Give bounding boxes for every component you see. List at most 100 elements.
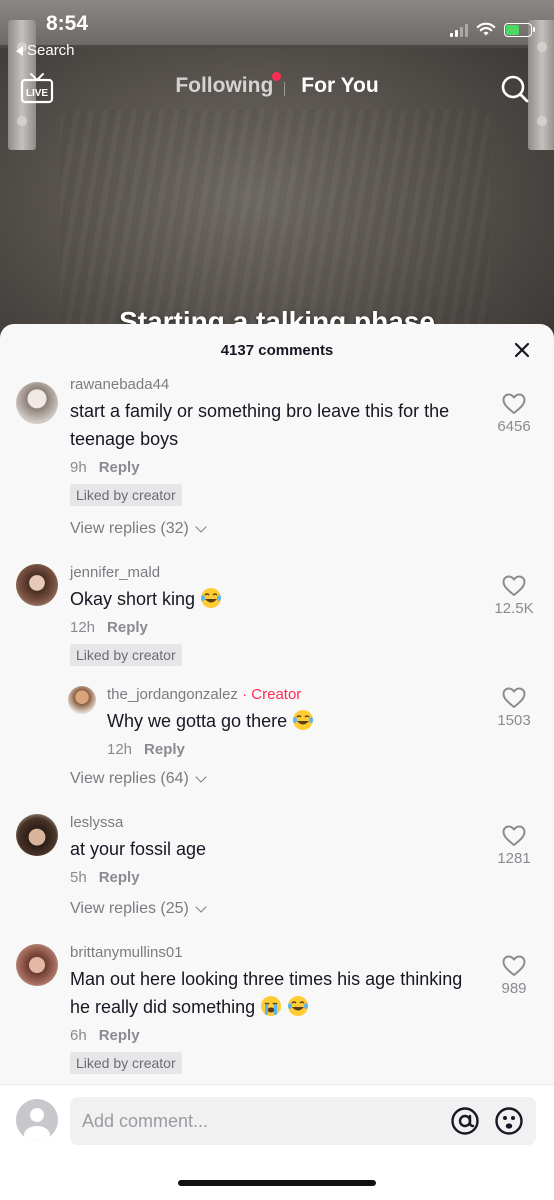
comment-input[interactable]: Add comment... (70, 1097, 536, 1145)
close-icon[interactable] (512, 340, 532, 360)
reply-username[interactable]: the_jordangonzalez · Creator (107, 686, 464, 703)
comment-text: start a family or something bro leave th… (70, 401, 450, 449)
like-count: 989 (501, 980, 527, 997)
back-search-label: Search (27, 42, 75, 59)
like-count: 12.5K (494, 600, 534, 617)
heart-icon[interactable] (501, 392, 527, 416)
comment-item: jennifer_mald Okay short king 12h Reply … (0, 564, 554, 666)
like-count: 1281 (497, 850, 531, 867)
comment-input-placeholder: Add comment... (82, 1111, 209, 1131)
tab-divider (284, 82, 285, 96)
reply-meta: 12h Reply (107, 741, 464, 758)
back-arrow-icon (16, 45, 23, 56)
comment-meta: 6h Reply (70, 1027, 464, 1044)
comment-time: 5h (70, 869, 87, 886)
view-replies-label: View replies (32) (70, 520, 189, 537)
tab-following[interactable]: Following (175, 72, 282, 98)
comment-text: at your fossil age (70, 839, 207, 859)
reply-time: 12h (107, 741, 133, 758)
view-replies-button[interactable]: View replies (25) (70, 900, 464, 918)
status-time: 8:54 (46, 12, 89, 35)
comment-text: Man out here looking three times his age… (70, 965, 464, 1021)
bolt (17, 116, 27, 126)
home-indicator[interactable] (178, 1180, 376, 1186)
avatar[interactable] (16, 814, 58, 856)
heart-icon[interactable] (501, 824, 527, 848)
search-icon[interactable] (500, 74, 530, 104)
view-replies-row: View replies (64) (0, 770, 554, 788)
loudly-crying-emoji-icon (261, 996, 282, 1016)
comment-count: 4137 comments (220, 342, 334, 359)
like-control[interactable]: 6456 (486, 392, 542, 435)
back-to-search[interactable]: Search (16, 42, 75, 59)
liked-by-creator-badge: Liked by creator (70, 644, 182, 666)
view-replies-label: View replies (64) (70, 770, 189, 787)
status-icons (450, 22, 535, 37)
reply-button[interactable]: Reply (144, 741, 185, 758)
avatar[interactable] (16, 382, 58, 424)
mention-at-icon[interactable] (450, 1106, 480, 1136)
bolt (537, 42, 547, 52)
comment-item: leslyssa at your fossil age 5h Reply Vie… (0, 814, 554, 918)
reply-text: Why we gotta go there (107, 707, 464, 735)
tab-following-label: Following (175, 74, 274, 97)
avatar[interactable] (68, 686, 96, 714)
reply-text-body: Why we gotta go there (107, 711, 288, 731)
comment-username[interactable]: rawanebada44 (70, 376, 464, 393)
reply-button[interactable]: Reply (99, 869, 140, 886)
comment-username[interactable]: jennifer_mald (70, 564, 464, 581)
comment-time: 12h (70, 619, 96, 636)
avatar[interactable] (16, 944, 58, 986)
comment-username[interactable]: brittanymullins01 (70, 944, 464, 961)
like-control[interactable]: 989 (486, 954, 542, 997)
laughing-tears-emoji-icon (288, 996, 309, 1016)
comment-text-body: Okay short king (70, 589, 196, 609)
like-count: 1503 (497, 712, 531, 729)
liked-by-creator-badge: Liked by creator (70, 484, 182, 506)
comment-list[interactable]: rawanebada44 start a family or something… (0, 368, 554, 1084)
comment-username[interactable]: leslyssa (70, 814, 464, 831)
like-control[interactable]: 1503 (486, 686, 542, 729)
tab-for-you-label: For You (301, 74, 379, 97)
comments-sheet: 4137 comments rawanebada44 start a famil… (0, 324, 554, 1200)
wood-grain (60, 110, 490, 330)
comment-text: Okay short king (70, 585, 464, 613)
notification-dot (272, 72, 282, 81)
reply-button[interactable]: Reply (99, 1027, 140, 1044)
video-background[interactable]: Starting a talking phase (0, 0, 554, 360)
laughing-tears-emoji-icon (201, 588, 222, 608)
feed-tabs: Following For You (0, 72, 554, 98)
heart-icon[interactable] (501, 574, 527, 598)
comment-meta: 12h Reply (70, 619, 464, 636)
reply-button[interactable]: Reply (107, 619, 148, 636)
wifi-icon (476, 22, 496, 36)
comment-meta: 5h Reply (70, 869, 464, 886)
view-replies-button[interactable]: View replies (32) (70, 520, 464, 538)
liked-by-creator-badge: Liked by creator (70, 1052, 182, 1074)
comment-time: 6h (70, 1027, 87, 1044)
comment-meta: 9h Reply (70, 459, 464, 476)
battery-charging-icon (504, 22, 535, 37)
emoji-icon[interactable] (494, 1106, 524, 1136)
like-control[interactable]: 1281 (486, 824, 542, 867)
bolt (537, 116, 547, 126)
comment-item: brittanymullins01 Man out here looking t… (0, 944, 554, 1074)
comment-time: 9h (70, 459, 87, 476)
reply-button[interactable]: Reply (99, 459, 140, 476)
like-control[interactable]: 12.5K (486, 574, 542, 617)
view-replies-label: View replies (25) (70, 900, 189, 917)
my-avatar[interactable] (16, 1099, 58, 1141)
reply-username-text: the_jordangonzalez (107, 686, 238, 703)
view-replies-button[interactable]: View replies (64) (70, 770, 464, 788)
tab-for-you[interactable]: For You (301, 74, 378, 98)
cellular-signal-icon (450, 23, 468, 37)
laughing-tears-emoji-icon (293, 710, 314, 730)
heart-icon[interactable] (501, 954, 527, 978)
avatar[interactable] (16, 564, 58, 606)
comment-item: rawanebada44 start a family or something… (0, 376, 554, 538)
reply-item: the_jordangonzalez · Creator Why we gott… (0, 686, 554, 758)
chevron-down-icon (195, 521, 207, 533)
heart-icon[interactable] (501, 686, 527, 710)
like-count: 6456 (497, 418, 531, 435)
chevron-down-icon (195, 771, 207, 783)
